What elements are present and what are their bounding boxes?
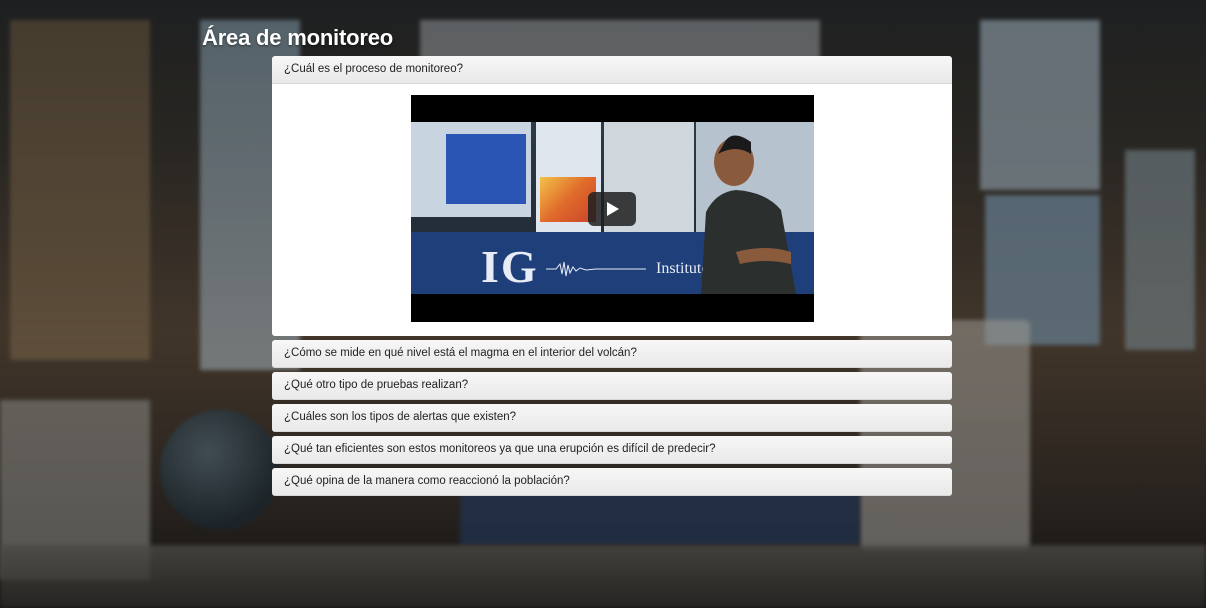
page-title: Área de monitoreo (202, 25, 393, 50)
accordion-item: ¿Cuáles son los tipos de alertas que exi… (272, 404, 952, 432)
accordion-item: ¿Cuál es el proceso de monitoreo? IG Ins… (272, 56, 952, 336)
video-player[interactable]: IG Instituto G (411, 95, 814, 322)
accordion-item: ¿Qué opina de la manera como reaccionó l… (272, 468, 952, 496)
faq-accordion: ¿Cuál es el proceso de monitoreo? IG Ins… (272, 56, 952, 500)
accordion-item: ¿Qué tan eficientes son estos monitoreos… (272, 436, 952, 464)
accordion-item: ¿Cómo se mide en qué nivel está el magma… (272, 340, 952, 368)
accordion-panel: IG Instituto G (272, 84, 952, 336)
accordion-header-proceso[interactable]: ¿Cuál es el proceso de monitoreo? (272, 56, 952, 84)
accordion-header-poblacion[interactable]: ¿Qué opina de la manera como reaccionó l… (272, 468, 952, 496)
accordion-item: ¿Qué otro tipo de pruebas realizan? (272, 372, 952, 400)
accordion-header-magma[interactable]: ¿Cómo se mide en qué nivel está el magma… (272, 340, 952, 368)
speaker-figure (701, 135, 796, 294)
accordion-header-alertas[interactable]: ¿Cuáles son los tipos de alertas que exi… (272, 404, 952, 432)
seismogram-icon (546, 261, 646, 277)
ig-logo: IG (481, 241, 539, 292)
play-button[interactable] (588, 192, 636, 226)
accordion-header-pruebas[interactable]: ¿Qué otro tipo de pruebas realizan? (272, 372, 952, 400)
accordion-header-eficiencia[interactable]: ¿Qué tan eficientes son estos monitoreos… (272, 436, 952, 464)
